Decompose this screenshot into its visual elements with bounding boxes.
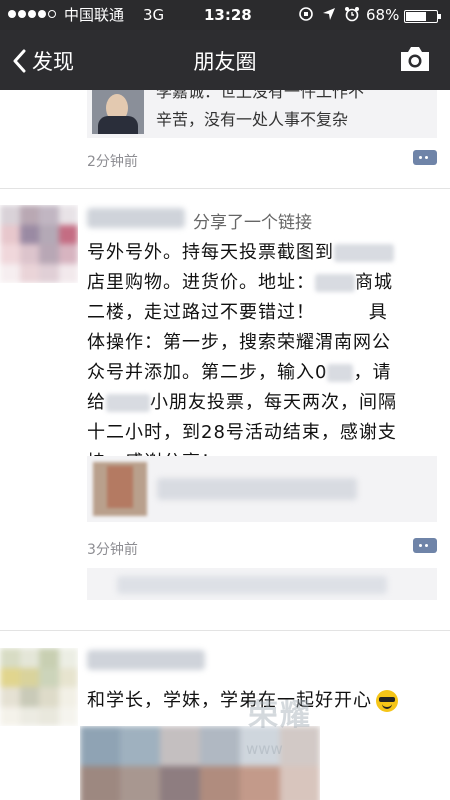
share-tag: 分享了一个链接 [193, 213, 312, 233]
post-text-line: 给 [87, 392, 106, 413]
back-button[interactable]: 发现 [12, 46, 74, 76]
post-text-line: 十二小时，到28号活动结束，感谢支 [87, 422, 397, 443]
post-text-line: 体操作：第一步，搜索荣耀渭南网公 [87, 332, 391, 353]
carrier-label: 中国联通 [64, 6, 125, 24]
comment-icon[interactable] [413, 150, 437, 165]
nav-bar: 发现 朋友圈 [0, 30, 450, 90]
moments-feed[interactable]: 李嘉诚：世上没有一件工作不 辛苦，没有一处人事不复杂 2分钟前 分享了一个链接 … [0, 90, 450, 800]
blurred-avatar-image [0, 205, 78, 283]
location-arrow-icon [323, 8, 335, 20]
watermark-url: www [246, 740, 283, 758]
post-text-line: 具 [368, 302, 388, 323]
blurred-username[interactable] [87, 650, 205, 670]
shared-link-card[interactable] [87, 456, 437, 522]
post-photo[interactable] [80, 726, 320, 800]
post-text: 和学长，学妹，学弟在一起好开心 [87, 686, 398, 712]
likes-box [87, 568, 437, 600]
post-divider [0, 188, 450, 189]
link-title: 李嘉诚：世上没有一件工作不 辛苦，没有一处人事不复杂 [156, 90, 416, 134]
post-text-line: 小朋友投票，每天两次，间隔 [150, 392, 397, 413]
cool-sunglasses-emoji-icon [376, 690, 398, 712]
post-text-line: 店里购物。进货价。地址： [87, 272, 315, 293]
link-title-line: 李嘉诚：世上没有一件工作不 [156, 90, 365, 101]
watermark-logo: 荣耀 [248, 698, 312, 733]
alarm-clock-icon [345, 7, 359, 22]
blurred-photo [80, 726, 320, 800]
post-text-line: 商城 [355, 272, 393, 293]
signal-strength-icon [8, 10, 56, 18]
post-text: 号外号外。持每天投票截图到 店里购物。进货价。地址： 商城 二楼，走过路过不要错过… [87, 238, 427, 478]
link-thumbnail [92, 90, 144, 134]
blurred-username[interactable] [87, 208, 185, 228]
post-text-line: 众号并添加。第二步，输入0 [87, 362, 328, 383]
back-label: 发现 [32, 50, 74, 74]
redacted-text [315, 274, 355, 292]
post-divider [0, 630, 450, 631]
camera-button[interactable] [398, 44, 432, 74]
post-text-line: 和学长，学妹，学弟在一起好开心 [87, 690, 372, 711]
redacted-text [106, 394, 150, 412]
avatar[interactable] [0, 205, 78, 283]
redacted-text [327, 364, 354, 382]
blurred-likes [117, 576, 387, 594]
status-bar: 中国联通 3G 13:28 68% [0, 0, 450, 30]
battery-percent: 68% [366, 6, 400, 24]
network-type: 3G [143, 6, 165, 24]
post-text-line: 号外号外。持每天投票截图到 [87, 242, 334, 263]
blurred-avatar-image [0, 648, 78, 726]
battery-level-fill [406, 12, 426, 21]
avatar[interactable] [0, 648, 78, 726]
rotation-lock-icon [299, 7, 313, 21]
post-text-line: ，请 [353, 362, 392, 383]
battery-icon [404, 10, 441, 23]
camera-icon [401, 47, 429, 71]
post-text-line: 二楼，走过路过不要错过！ [87, 302, 315, 323]
post-time: 2分钟前 [87, 154, 138, 170]
link-title-line: 辛苦，没有一处人事不复杂 [156, 110, 349, 129]
link-thumbnail [93, 462, 147, 516]
redacted-text [334, 244, 394, 262]
comment-icon[interactable] [413, 538, 437, 553]
post-time: 3分钟前 [87, 542, 138, 558]
status-icons [298, 6, 360, 22]
clock: 13:28 [204, 6, 252, 24]
blurred-link-title [157, 478, 357, 500]
chevron-left-icon [13, 49, 26, 73]
